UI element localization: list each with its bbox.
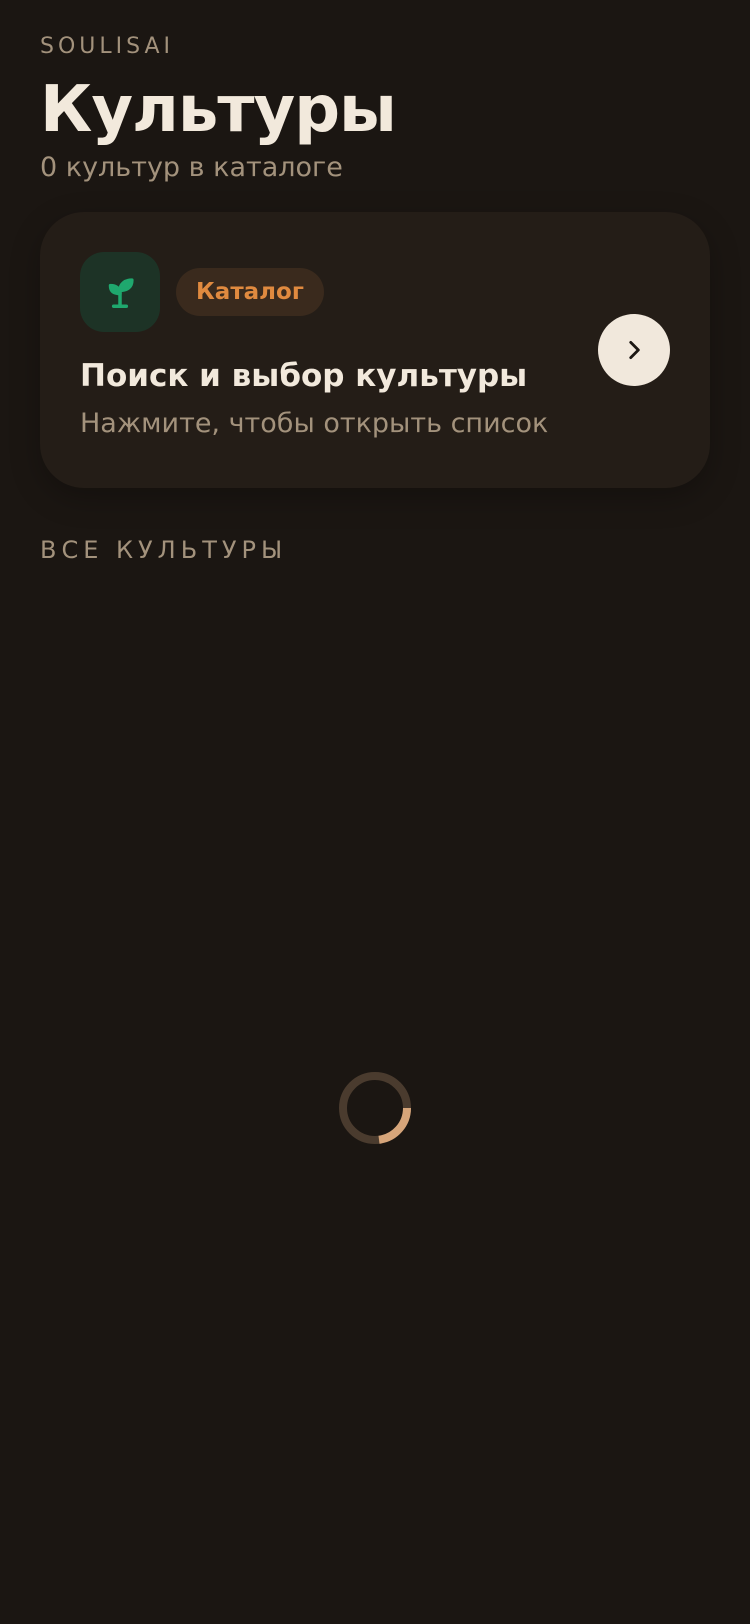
catalog-badge: Каталог [176, 268, 324, 316]
chevron-right-icon [629, 341, 640, 359]
page-title: Культуры [40, 73, 397, 147]
card-hint: Нажмите, чтобы открыть список [80, 408, 549, 439]
catalog-count-subtitle: 0 культур в каталоге [40, 152, 343, 183]
catalog-search-card[interactable]: Каталог Поиск и выбор культуры Нажмите, … [40, 212, 710, 488]
brand-eyebrow: SOULISAI [40, 34, 175, 59]
open-catalog-button[interactable] [598, 314, 670, 386]
all-cultures-section-label: ВСЕ КУЛЬТУРЫ [40, 536, 288, 564]
loading-spinner [339, 1072, 411, 1144]
card-title: Поиск и выбор культуры [80, 358, 528, 394]
sprout-icon [108, 278, 134, 308]
sprout-icon-tile [80, 252, 160, 332]
